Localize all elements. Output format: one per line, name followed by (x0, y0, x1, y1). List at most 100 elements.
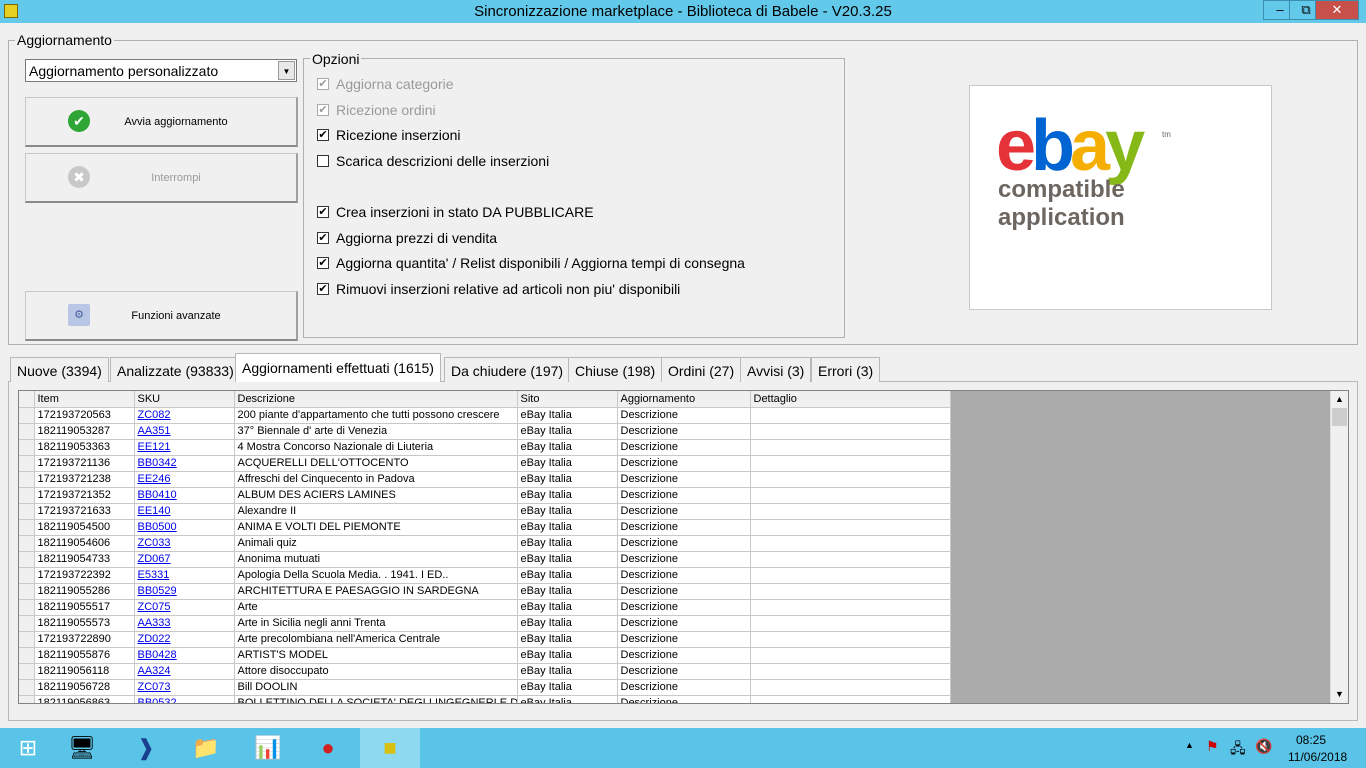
row-selector[interactable] (19, 407, 35, 424)
row-selector[interactable] (19, 615, 35, 632)
row-selector[interactable] (19, 471, 35, 488)
stop-button[interactable]: ✖ Interrompi (25, 153, 298, 203)
sku-link[interactable]: AA324 (134, 663, 235, 680)
sku-link[interactable]: BB0500 (134, 519, 235, 536)
sku-link[interactable]: ZD067 (134, 551, 235, 568)
sku-link[interactable]: EE140 (134, 503, 235, 520)
sku-link[interactable]: AA333 (134, 615, 235, 632)
powershell-icon[interactable]: ❱ (118, 728, 174, 768)
checkbox-icon[interactable]: ✔ (317, 232, 329, 244)
sku-link[interactable]: EE121 (134, 439, 235, 456)
table-row[interactable]: 172193721238 EE246 Affreschi del Cinquecen… (19, 471, 951, 488)
column-header[interactable]: Item (34, 391, 135, 408)
strawberry-app-icon[interactable]: ● (300, 728, 356, 768)
table-row[interactable]: 182119056728 ZC073 Bill DOOLIN eBay Italia D… (19, 679, 951, 696)
tab[interactable]: Da chiudere (197) (444, 357, 571, 382)
table-row[interactable]: 172193721633 EE140 Alexandre II eBay Italia… (19, 503, 951, 520)
start-update-button[interactable]: ✔ Avvia aggiornamento (25, 97, 298, 147)
row-selector[interactable] (19, 663, 35, 680)
row-selector[interactable] (19, 599, 35, 616)
chevron-down-icon[interactable]: ▼ (278, 61, 295, 80)
table-row[interactable]: 172193721352 BB0410 ALBUM DES ACIERS LAMIN… (19, 487, 951, 504)
row-selector[interactable] (19, 455, 35, 472)
scroll-up-button[interactable]: ▲ (1331, 391, 1348, 408)
tab[interactable]: Chiuse (198) (568, 357, 663, 382)
marketplace-app-icon[interactable]: ■ (360, 728, 420, 768)
checkbox-icon[interactable] (317, 155, 329, 167)
sku-link[interactable]: E5331 (134, 567, 235, 584)
table-row[interactable]: 172193722890 ZD022 Arte precolombiana nell… (19, 631, 951, 648)
volume-muted-icon[interactable]: 🔇 (1255, 738, 1272, 755)
vertical-scrollbar[interactable]: ▲ ▼ (1330, 391, 1348, 703)
sku-link[interactable]: ZC082 (134, 407, 235, 424)
sku-link[interactable]: EE246 (134, 471, 235, 488)
sku-link[interactable]: BB0532 (134, 695, 235, 703)
row-selector[interactable] (19, 695, 35, 703)
checkbox-icon[interactable]: ✔ (317, 257, 329, 269)
row-selector[interactable] (19, 631, 35, 648)
row-selector[interactable] (19, 567, 35, 584)
network-error-icon[interactable]: 🖧 (1230, 738, 1246, 762)
column-header[interactable]: Dettaglio (750, 391, 951, 408)
table-row[interactable]: 172193721136 BB0342 ACQUERELLI DELL'OTTOCE… (19, 455, 951, 472)
sku-link[interactable]: BB0529 (134, 583, 235, 600)
show-hidden-icons[interactable]: ▲ (1185, 740, 1194, 750)
control-panel-icon[interactable]: 📊 (240, 728, 296, 768)
sku-link[interactable]: BB0428 (134, 647, 235, 664)
results-grid[interactable]: Item SKU Descrizione Sito Aggiornamento Detta… (18, 390, 1349, 704)
table-row[interactable]: 182119056118 AA324 Attore disoccupato eBay … (19, 663, 951, 680)
scroll-thumb[interactable] (1332, 408, 1347, 426)
flag-error-icon[interactable]: ⚑ (1206, 738, 1219, 755)
tab[interactable]: Aggiornamenti effettuati (1615) (235, 353, 441, 382)
tab[interactable]: Avvisi (3) (740, 357, 812, 382)
sku-link[interactable]: ZD022 (134, 631, 235, 648)
tab[interactable]: Nuove (3394) (10, 357, 109, 382)
table-row[interactable]: 182119055286 BB0529 ARCHITETTURA E PAESAGG… (19, 583, 951, 600)
row-selector[interactable] (19, 439, 35, 456)
close-button[interactable]: ✕ (1315, 0, 1359, 20)
table-row[interactable]: 182119053363 EE121 4 Mostra Concorso Nazio… (19, 439, 951, 456)
file-explorer-icon[interactable]: 📁 (178, 728, 234, 768)
table-row[interactable]: 182119056863 BB0532 BOLLETTINO DELLA SOCIE… (19, 695, 951, 703)
sku-link[interactable]: ZC075 (134, 599, 235, 616)
sku-link[interactable]: BB0342 (134, 455, 235, 472)
row-selector[interactable] (19, 583, 35, 600)
table-row[interactable]: 182119054500 BB0500 ANIMA E VOLTI DEL PIEM… (19, 519, 951, 536)
column-header[interactable]: SKU (134, 391, 235, 408)
table-row[interactable]: 182119055517 ZC075 Arte eBay Italia Descrizi… (19, 599, 951, 616)
table-row[interactable]: 172193722392 E5331 Apologia Della Scuola M… (19, 567, 951, 584)
tab[interactable]: Ordini (27) (661, 357, 742, 382)
row-selector[interactable] (19, 647, 35, 664)
server-manager-icon[interactable]: 🖥 (54, 728, 110, 768)
sku-link[interactable]: AA351 (134, 423, 235, 440)
row-selector[interactable] (19, 487, 35, 504)
update-mode-select[interactable]: Aggiornamento personalizzato ▼ (25, 59, 297, 82)
row-selector[interactable] (19, 519, 35, 536)
table-row[interactable]: 182119054733 ZD067 Anonima mutuati eBay Ita… (19, 551, 951, 568)
clock-time[interactable]: 08:25 (1296, 733, 1326, 747)
row-selector[interactable] (19, 679, 35, 696)
start-button[interactable]: ⊞ (0, 728, 56, 768)
sku-link[interactable]: ZC033 (134, 535, 235, 552)
column-header[interactable]: Aggiornamento (617, 391, 751, 408)
tab[interactable]: Analizzate (93833) (110, 357, 241, 382)
row-selector[interactable] (19, 503, 35, 520)
checkbox-icon[interactable]: ✔ (317, 129, 329, 141)
sku-link[interactable]: ZC073 (134, 679, 235, 696)
title-bar[interactable]: Sincronizzazione marketplace - Bibliotec… (0, 0, 1366, 23)
table-row[interactable]: 182119055876 BB0428 ARTIST'S MODEL eBay Ita… (19, 647, 951, 664)
table-row[interactable]: 182119054606 ZC033 Animali quiz eBay Italia… (19, 535, 951, 552)
table-row[interactable]: 182119053287 AA351 37° Biennale d' arte di… (19, 423, 951, 440)
advanced-functions-button[interactable]: ⚙ Funzioni avanzate (25, 291, 298, 341)
table-row[interactable]: 172193720563 ZC082 200 piante d'appartamen… (19, 407, 951, 424)
sku-link[interactable]: BB0410 (134, 487, 235, 504)
row-selector[interactable] (19, 551, 35, 568)
checkbox-icon[interactable]: ✔ (317, 206, 329, 218)
column-header[interactable]: Sito (517, 391, 618, 408)
scroll-down-button[interactable]: ▼ (1331, 686, 1348, 703)
checkbox-icon[interactable]: ✔ (317, 283, 329, 295)
table-row[interactable]: 182119055573 AA333 Arte in Sicilia negli a… (19, 615, 951, 632)
row-selector[interactable] (19, 423, 35, 440)
clock-date[interactable]: 11/06/2018 (1288, 750, 1347, 764)
row-selector[interactable] (19, 535, 35, 552)
